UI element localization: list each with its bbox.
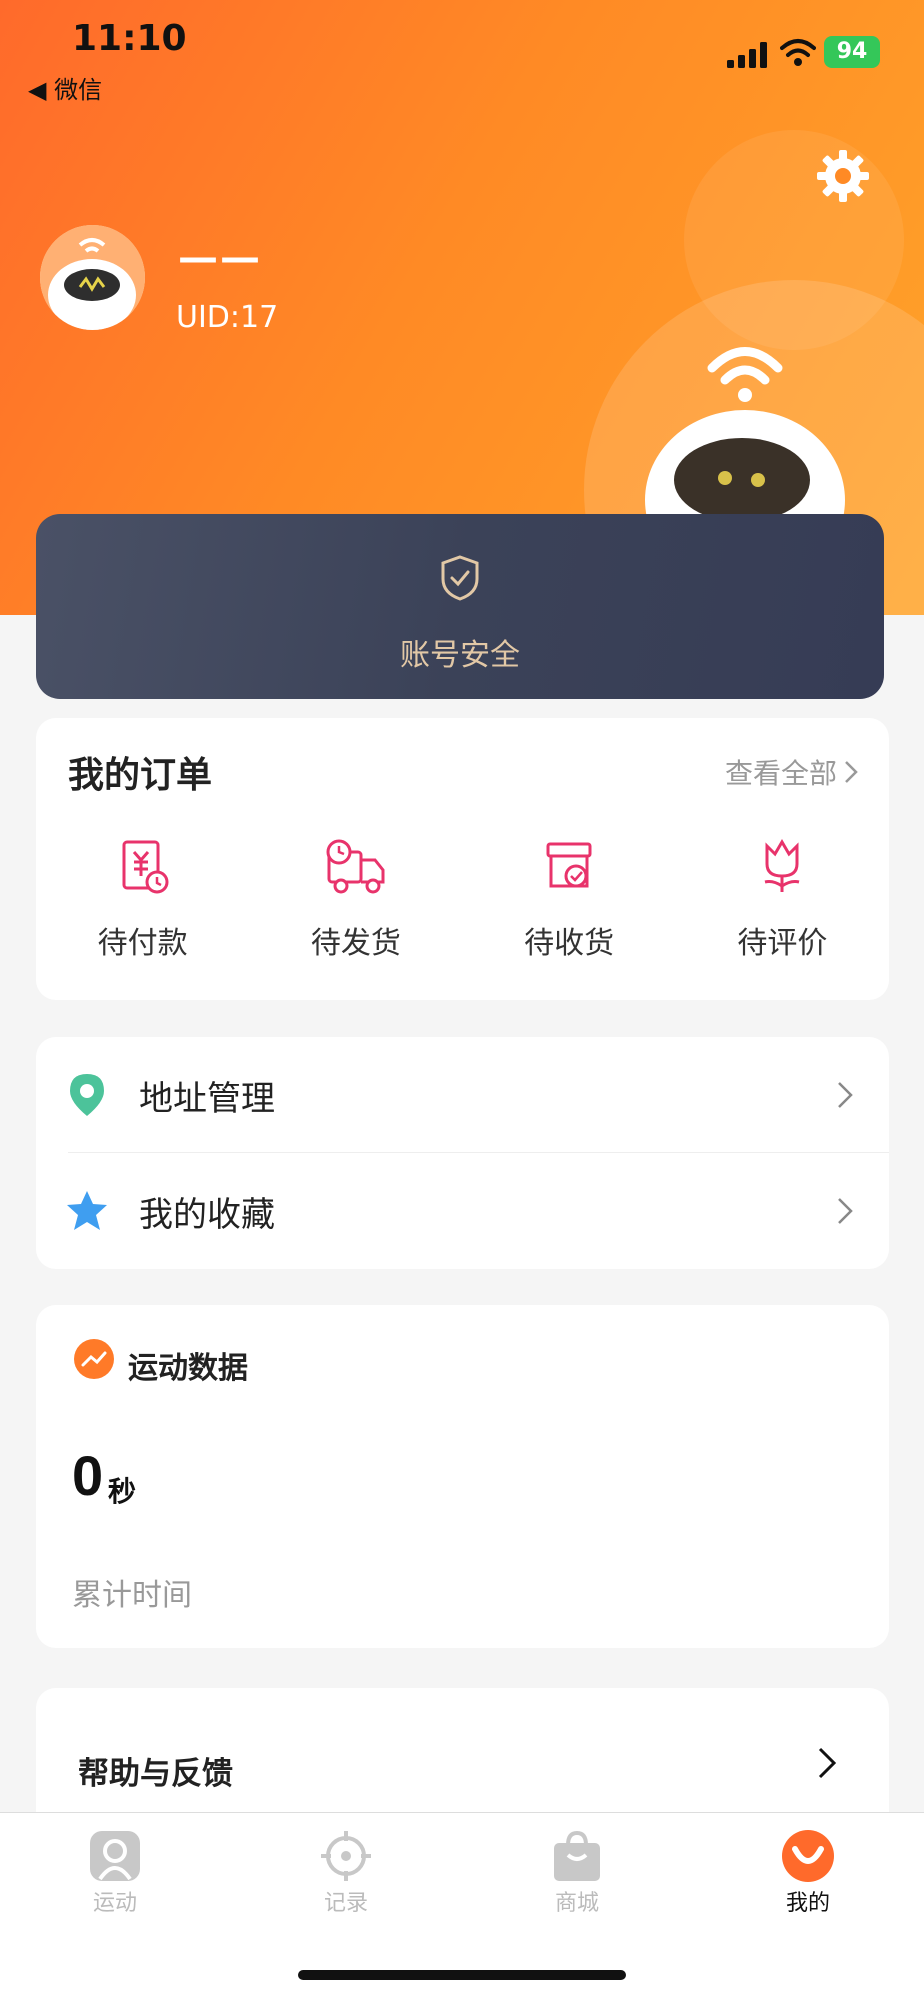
menu-item-favorites[interactable]: 我的收藏: [36, 1153, 889, 1269]
record-icon: [321, 1831, 371, 1881]
view-all-label: 查看全部: [724, 757, 837, 790]
status-bar: 11:10 ◀ 微信 94: [0, 0, 924, 110]
help-feedback-label: 帮助与反馈: [78, 1756, 233, 1792]
tab-shop[interactable]: 商城: [517, 1829, 637, 1917]
tab-sport[interactable]: 运动: [55, 1829, 175, 1917]
order-label: 待收货: [524, 926, 615, 961]
shield-check-icon: [441, 555, 479, 601]
chevron-right-icon: [845, 761, 858, 783]
trend-chart-icon: [74, 1339, 114, 1379]
order-label: 待评价: [737, 926, 828, 961]
tab-label: 我的: [785, 1891, 830, 1916]
menu-label: 地址管理: [139, 1078, 275, 1119]
wifi-icon: [780, 39, 816, 66]
menu-item-address[interactable]: 地址管理: [36, 1037, 889, 1153]
tab-label: 商城: [554, 1891, 599, 1916]
account-security-label: 账号安全: [400, 638, 520, 673]
order-label: 待付款: [97, 926, 188, 961]
my-orders-card: 我的订单 查看全部 待付款 待发货 待收货 待评价: [36, 718, 889, 1000]
sport-data-title: 运动数据: [128, 1351, 248, 1386]
total-time-caption: 累计时间: [72, 1578, 192, 1613]
cellular-signal-icon: [727, 42, 767, 68]
menu-label: 我的收藏: [139, 1194, 275, 1235]
pending-receipt-icon: [546, 842, 592, 888]
view-all-orders-link[interactable]: 查看全部: [725, 752, 859, 792]
pending-payment-icon: [122, 840, 169, 894]
order-status-list: 待付款 待发货 待收货 待评价: [36, 838, 889, 962]
settings-gear-icon[interactable]: [815, 148, 871, 204]
tab-label: 运动: [92, 1891, 137, 1916]
username: ——: [178, 235, 262, 281]
order-pending-payment[interactable]: 待付款: [36, 838, 249, 962]
chevron-right-icon: [838, 1198, 853, 1224]
profile-icon: [782, 1830, 834, 1882]
help-feedback-item[interactable]: 帮助与反馈: [36, 1688, 889, 1828]
pending-review-icon: [765, 839, 800, 892]
shop-icon: [554, 1830, 600, 1881]
decorative-circle: [684, 130, 904, 350]
chevron-right-icon: [818, 1747, 837, 1779]
tab-record[interactable]: 记录: [286, 1829, 406, 1917]
order-label: 待发货: [310, 926, 401, 961]
tab-profile[interactable]: 我的: [748, 1829, 868, 1917]
order-pending-shipment[interactable]: 待发货: [249, 838, 462, 962]
orders-title: 我的订单: [68, 755, 213, 796]
menu-card: 地址管理 我的收藏: [36, 1037, 889, 1269]
sport-data-card[interactable]: 运动数据 0 秒 累计时间: [36, 1305, 889, 1648]
location-pin-icon: [70, 1074, 104, 1116]
pending-shipment-icon: [326, 839, 385, 894]
total-time-value: 0: [72, 1444, 104, 1507]
order-pending-review[interactable]: 待评价: [676, 838, 889, 962]
star-icon: [67, 1191, 107, 1230]
chevron-right-icon: [838, 1082, 853, 1108]
back-to-wechat-link[interactable]: ◀ 微信: [28, 70, 102, 105]
status-time: 11:10: [72, 18, 187, 59]
user-id: UID:17: [176, 300, 279, 335]
battery-indicator: 94: [824, 36, 880, 68]
total-time-unit: 秒: [108, 1475, 137, 1508]
home-indicator: [298, 1970, 626, 1980]
sport-icon: [90, 1831, 140, 1881]
avatar[interactable]: [40, 225, 145, 330]
tab-label: 记录: [323, 1891, 368, 1916]
order-pending-receipt[interactable]: 待收货: [463, 838, 676, 962]
